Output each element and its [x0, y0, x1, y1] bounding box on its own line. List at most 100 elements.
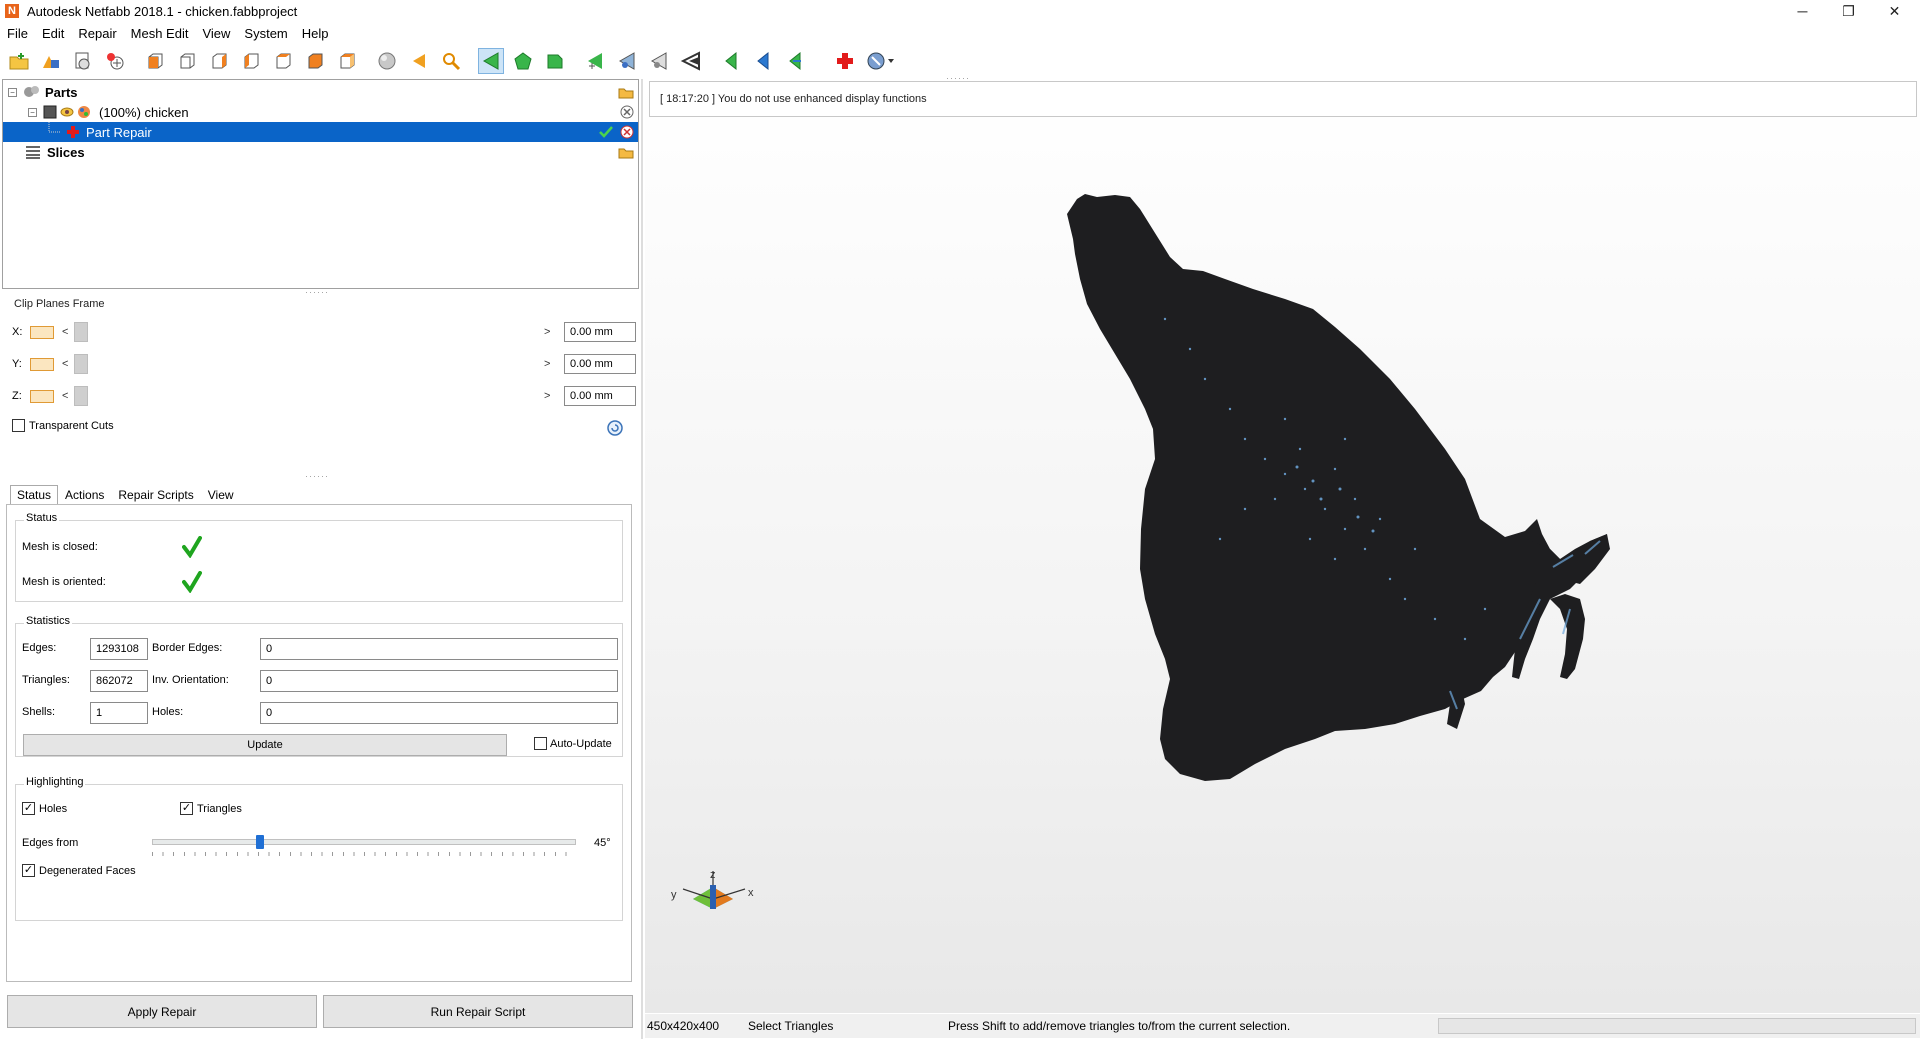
add-item-icon[interactable]	[102, 48, 128, 74]
clip-x-toggle[interactable]	[30, 325, 54, 339]
clip-z-slider-thumb[interactable]	[74, 386, 88, 406]
degenerated-faces-checkbox[interactable]: ✓	[22, 864, 35, 877]
clip-z-toggle[interactable]	[30, 389, 54, 403]
3d-viewport[interactable]: z x y	[645, 79, 1920, 1013]
inv-orientation-value[interactable]: 0	[260, 670, 618, 692]
tab-actions[interactable]: Actions	[58, 485, 111, 505]
collapse-chicken-icon[interactable]: −	[28, 107, 37, 117]
select-shell-icon[interactable]	[542, 48, 568, 74]
edges-value[interactable]: 1293108	[90, 638, 148, 660]
open-folder-icon[interactable]	[6, 48, 32, 74]
clip-z-label: Z:	[12, 390, 22, 402]
menu-mesh-edit[interactable]: Mesh Edit	[124, 26, 196, 41]
clip-z-slider-track[interactable]	[88, 386, 518, 406]
tree-row-parts[interactable]: − Parts	[3, 82, 638, 102]
clip-z-value[interactable]: 0.00 mm	[564, 386, 636, 406]
select-invert-icon[interactable]	[782, 48, 808, 74]
zoom-icon[interactable]	[438, 48, 464, 74]
tree-row-slices[interactable]: Slices	[3, 142, 638, 162]
triangles-highlight-checkbox[interactable]: ✓	[180, 802, 193, 815]
clip-x-slider-track[interactable]	[88, 322, 518, 342]
sphere-icon[interactable]	[374, 48, 400, 74]
color-icon[interactable]	[77, 105, 91, 119]
clip-splitter[interactable]: ······	[305, 471, 329, 481]
clip-y-slider-thumb[interactable]	[74, 354, 88, 374]
shells-value[interactable]: 1	[90, 702, 148, 724]
view-top-icon[interactable]	[270, 48, 296, 74]
select-plus-icon[interactable]	[582, 48, 608, 74]
tree-row-part-repair[interactable]: Part Repair	[3, 122, 638, 142]
view-back-icon[interactable]	[174, 48, 200, 74]
triangles-value[interactable]: 862072	[90, 670, 148, 692]
help-dropdown-icon[interactable]	[864, 48, 898, 74]
edges-from-value: 45°	[594, 837, 611, 849]
tab-repair-scripts[interactable]: Repair Scripts	[111, 485, 200, 505]
select-green-arrow-icon[interactable]	[718, 48, 744, 74]
edges-from-slider-thumb[interactable]	[256, 835, 264, 849]
clip-x-right-arrow[interactable]: >	[544, 326, 554, 338]
apply-check-icon[interactable]	[598, 125, 614, 139]
clip-y-left-arrow[interactable]: <	[62, 358, 72, 370]
clip-z-right-arrow[interactable]: >	[544, 390, 554, 402]
viewport-splitter[interactable]: ······	[946, 73, 970, 83]
view-left-icon[interactable]	[206, 48, 232, 74]
minimize-button[interactable]: ─	[1780, 0, 1825, 22]
eye-icon[interactable]	[60, 105, 74, 119]
view-right-icon[interactable]	[238, 48, 264, 74]
clip-z-left-arrow[interactable]: <	[62, 390, 72, 402]
clip-y-value[interactable]: 0.00 mm	[564, 354, 636, 374]
parts-tree: − Parts − (100%) chicken Part Repair Sli…	[2, 79, 639, 289]
add-part-icon[interactable]	[38, 48, 64, 74]
collapse-parts-icon[interactable]: −	[8, 87, 17, 97]
tree-row-chicken[interactable]: − (100%) chicken	[3, 102, 638, 122]
menu-system[interactable]: System	[237, 26, 294, 41]
run-repair-script-button[interactable]: Run Repair Script	[323, 995, 633, 1028]
select-outline-icon[interactable]	[678, 48, 704, 74]
edges-from-slider[interactable]	[152, 835, 576, 857]
tab-status[interactable]: Status	[10, 485, 59, 505]
transparent-cuts-row: Transparent Cuts	[12, 419, 114, 432]
vertical-splitter[interactable]	[641, 79, 643, 1039]
transparent-cuts-checkbox[interactable]	[12, 419, 25, 432]
select-grey-icon[interactable]	[646, 48, 672, 74]
holes-value[interactable]: 0	[260, 702, 618, 724]
view-front-icon[interactable]	[142, 48, 168, 74]
clip-x-value[interactable]: 0.00 mm	[564, 322, 636, 342]
select-surface-icon[interactable]	[510, 48, 536, 74]
menu-view[interactable]: View	[195, 26, 237, 41]
select-blue-arrow-icon[interactable]	[750, 48, 776, 74]
status-group: Status Mesh is closed: Mesh is oriented:	[15, 512, 623, 602]
holes-label: Holes:	[152, 706, 184, 718]
arrow-orange-icon[interactable]	[406, 48, 432, 74]
update-button[interactable]: Update	[23, 734, 507, 756]
holes-highlight-checkbox[interactable]: ✓	[22, 802, 35, 815]
reset-clip-icon[interactable]	[606, 419, 624, 437]
clip-y-toggle[interactable]	[30, 357, 54, 371]
apply-repair-button[interactable]: Apply Repair	[7, 995, 317, 1028]
clip-x-left-arrow[interactable]: <	[62, 326, 72, 338]
view-iso-icon[interactable]	[334, 48, 360, 74]
repair-cross-icon[interactable]	[832, 48, 858, 74]
new-project-icon[interactable]	[70, 48, 96, 74]
clip-x-slider-thumb[interactable]	[74, 322, 88, 342]
status-dimensions: 450x420x400	[647, 1019, 720, 1033]
clip-y-slider-track[interactable]	[88, 354, 518, 374]
chicken-mesh-render[interactable]	[645, 79, 1920, 1013]
close-button[interactable]: ✕	[1872, 0, 1917, 22]
remove-part-icon[interactable]	[620, 105, 634, 119]
auto-update-checkbox[interactable]	[534, 737, 547, 750]
view-bottom-icon[interactable]	[302, 48, 328, 74]
clip-y-right-arrow[interactable]: >	[544, 358, 554, 370]
select-triangle-icon[interactable]	[478, 48, 504, 74]
parts-folder-icon[interactable]	[618, 85, 634, 99]
menu-edit[interactable]: Edit	[35, 26, 71, 41]
menu-repair[interactable]: Repair	[71, 26, 123, 41]
cancel-repair-icon[interactable]	[620, 125, 634, 139]
menu-help[interactable]: Help	[295, 26, 336, 41]
maximize-button[interactable]: ❐	[1826, 0, 1871, 22]
menu-file[interactable]: File	[0, 26, 35, 41]
border-edges-value[interactable]: 0	[260, 638, 618, 660]
slices-folder-icon[interactable]	[618, 145, 634, 159]
tab-view[interactable]: View	[201, 485, 241, 505]
select-blue-icon[interactable]	[614, 48, 640, 74]
